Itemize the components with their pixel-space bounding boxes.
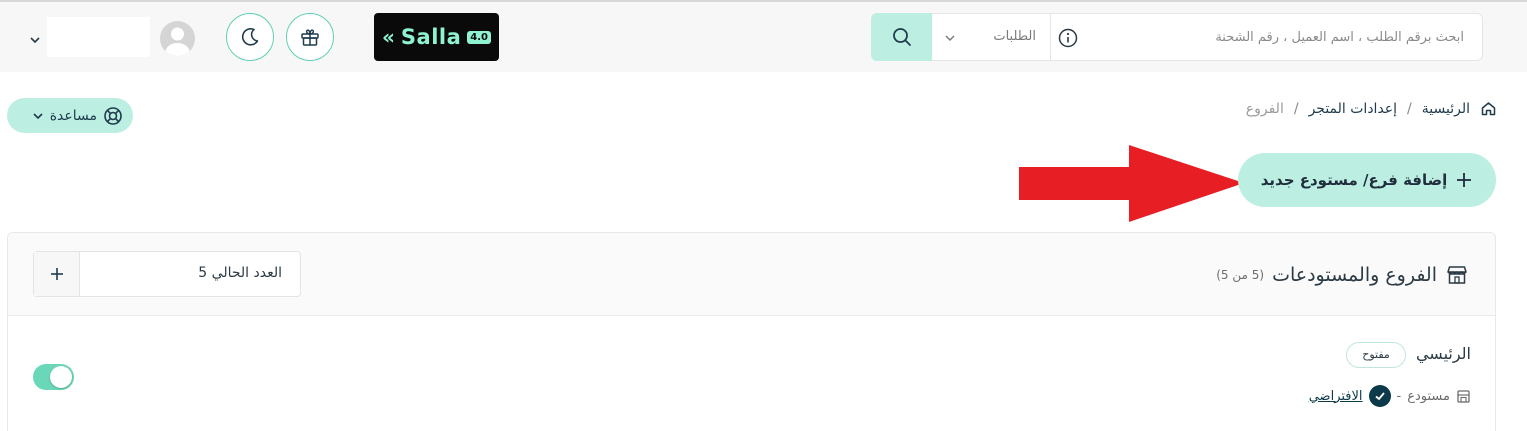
branch-type: مستودع — [1407, 388, 1450, 404]
branch-meta: مستودع - الافتراضي — [1309, 385, 1471, 407]
gift-icon — [301, 29, 319, 46]
pointer-arrow — [1019, 145, 1244, 222]
current-count-text: العدد الحالي 5 — [198, 265, 282, 281]
moon-icon — [241, 28, 259, 46]
avatar[interactable] — [160, 21, 195, 56]
branches-card: الفروع والمستودعات (5 من 5) العدد الحالي… — [7, 232, 1496, 431]
breadcrumb-current: الفروع — [1245, 100, 1284, 117]
current-count-box: العدد الحالي 5 — [33, 251, 301, 297]
search-type-select[interactable]: الطلبات — [932, 13, 1050, 61]
check-icon — [1368, 385, 1391, 407]
info-icon[interactable] — [1058, 28, 1078, 48]
plus-icon — [1457, 173, 1472, 187]
count-badge: (5 من 5) — [1216, 268, 1265, 282]
search-icon — [892, 28, 911, 46]
store-icon — [1447, 266, 1467, 284]
logo-text: Salla — [400, 25, 462, 49]
chevron-down-icon[interactable] — [28, 33, 42, 47]
breadcrumb: الرئيسية / إعدادات المتجر / الفروع — [1246, 100, 1497, 117]
search-type-label: الطلبات — [993, 29, 1036, 44]
salla-logo[interactable]: « Salla 4.0 — [374, 13, 499, 61]
lifebuoy-icon — [104, 106, 122, 125]
help-button[interactable]: مساعدة — [7, 98, 133, 133]
search-input[interactable] — [1104, 14, 1464, 60]
card-title: الفروع والمستودعات (5 من 5) — [1216, 263, 1469, 287]
plus-icon — [50, 268, 63, 280]
toggle-knob — [50, 366, 72, 388]
chevron-down-icon — [33, 112, 43, 119]
dark-mode-button[interactable] — [226, 13, 274, 61]
search-box — [1050, 13, 1483, 61]
search-button[interactable] — [871, 13, 932, 61]
warehouse-icon — [1457, 389, 1470, 403]
home-icon[interactable] — [1480, 100, 1497, 117]
default-branch-link[interactable]: الافتراضي — [1309, 389, 1363, 404]
add-branch-button[interactable]: إضافة فرع/ مستودع جديد — [1238, 153, 1496, 207]
breadcrumb-separator: / — [1293, 100, 1299, 117]
branch-name[interactable]: الرئيسي — [1416, 344, 1471, 363]
status-badge: مفتوح — [1346, 342, 1406, 368]
user-icon — [165, 27, 190, 56]
chevron-down-icon — [945, 35, 955, 41]
breadcrumb-separator: / — [1407, 100, 1412, 117]
branch-enabled-toggle[interactable] — [33, 364, 74, 390]
breadcrumb-store-settings[interactable]: إعدادات المتجر — [1309, 101, 1397, 117]
gift-button[interactable] — [286, 13, 334, 61]
card-header: الفروع والمستودعات (5 من 5) العدد الحالي… — [8, 233, 1495, 316]
meta-dash: - — [1396, 388, 1402, 404]
add-count-button[interactable] — [34, 252, 80, 296]
logo-version: 4.0 — [467, 30, 491, 44]
double-chevron-icon: « — [381, 25, 395, 49]
help-label: مساعدة — [49, 107, 97, 124]
add-branch-label: إضافة فرع/ مستودع جديد — [1260, 171, 1448, 189]
store-name-box[interactable] — [47, 17, 150, 57]
breadcrumb-home[interactable]: الرئيسية — [1422, 101, 1470, 117]
card-title-text: الفروع والمستودعات — [1272, 264, 1437, 286]
